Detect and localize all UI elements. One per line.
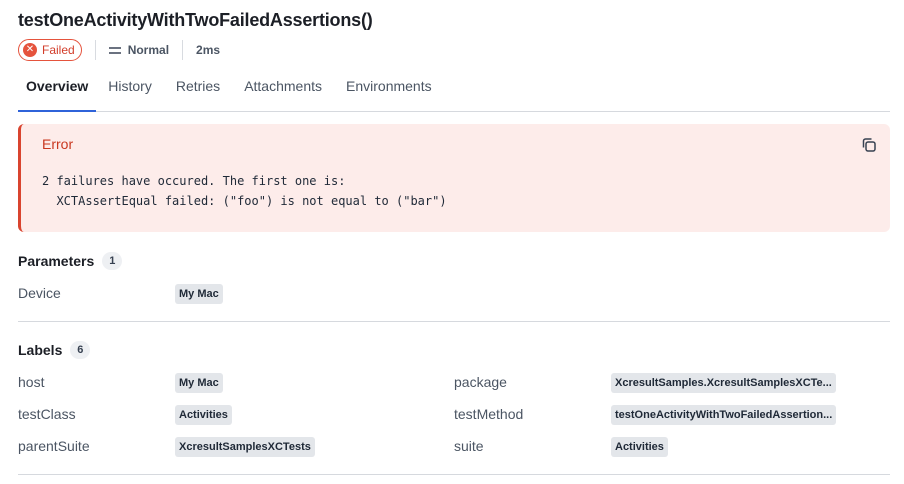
label-value-testmethod: testOneActivityWithTwoFailedAssertion... <box>611 405 837 425</box>
tab-overview[interactable]: Overview <box>18 68 97 112</box>
section-divider <box>18 474 890 475</box>
label-value-package: XcresultSamples.XcresultSamplesXCTe... <box>611 373 836 393</box>
label-key-host: host <box>18 374 45 390</box>
labels-title: Labels <box>18 342 63 358</box>
label-value-testclass: Activities <box>175 405 232 425</box>
label-value-suite: Activities <box>611 437 668 457</box>
label-key-parentsuite: parentSuite <box>18 438 90 454</box>
divider <box>94 40 96 60</box>
labels-count: 6 <box>70 341 91 359</box>
label-key-testclass: testClass <box>18 406 76 422</box>
label-value-parentsuite: XcresultSamplesXCTests <box>175 437 315 457</box>
status-badge: ✕ Failed <box>18 39 82 61</box>
error-title: Error <box>42 136 74 152</box>
section-divider <box>18 321 890 322</box>
tab-bar: Overview History Retries Attachments Env… <box>18 68 890 112</box>
duration: 2ms <box>196 43 221 57</box>
parameters-count: 1 <box>102 252 123 270</box>
test-title: testOneActivityWithTwoFailedAssertions() <box>18 10 373 30</box>
param-key: Device <box>18 285 61 301</box>
x-circle-icon: ✕ <box>23 43 37 57</box>
status-label: Failed <box>42 43 75 57</box>
error-panel: Error 2 failures have occured. The first… <box>18 124 890 232</box>
labels-header[interactable]: Labels 6 <box>18 341 91 359</box>
param-value: My Mac <box>175 284 223 304</box>
tab-history[interactable]: History <box>96 68 164 112</box>
label-value-host: My Mac <box>175 373 223 393</box>
parameters-title: Parameters <box>18 253 95 269</box>
severity: Normal <box>108 43 170 57</box>
label-key-testmethod: testMethod <box>454 406 524 422</box>
label-key-suite: suite <box>454 438 484 454</box>
error-message: 2 failures have occured. The first one i… <box>42 174 447 208</box>
test-meta: ✕ Failed Normal 2ms <box>18 39 220 61</box>
copy-icon[interactable] <box>860 136 878 154</box>
tab-retries[interactable]: Retries <box>164 68 232 112</box>
equals-icon <box>108 46 121 54</box>
divider <box>182 40 184 60</box>
parameters-header[interactable]: Parameters 1 <box>18 252 123 270</box>
tab-attachments[interactable]: Attachments <box>232 68 334 112</box>
label-key-package: package <box>454 374 507 390</box>
tab-environments[interactable]: Environments <box>334 68 444 112</box>
severity-label: Normal <box>127 43 170 57</box>
